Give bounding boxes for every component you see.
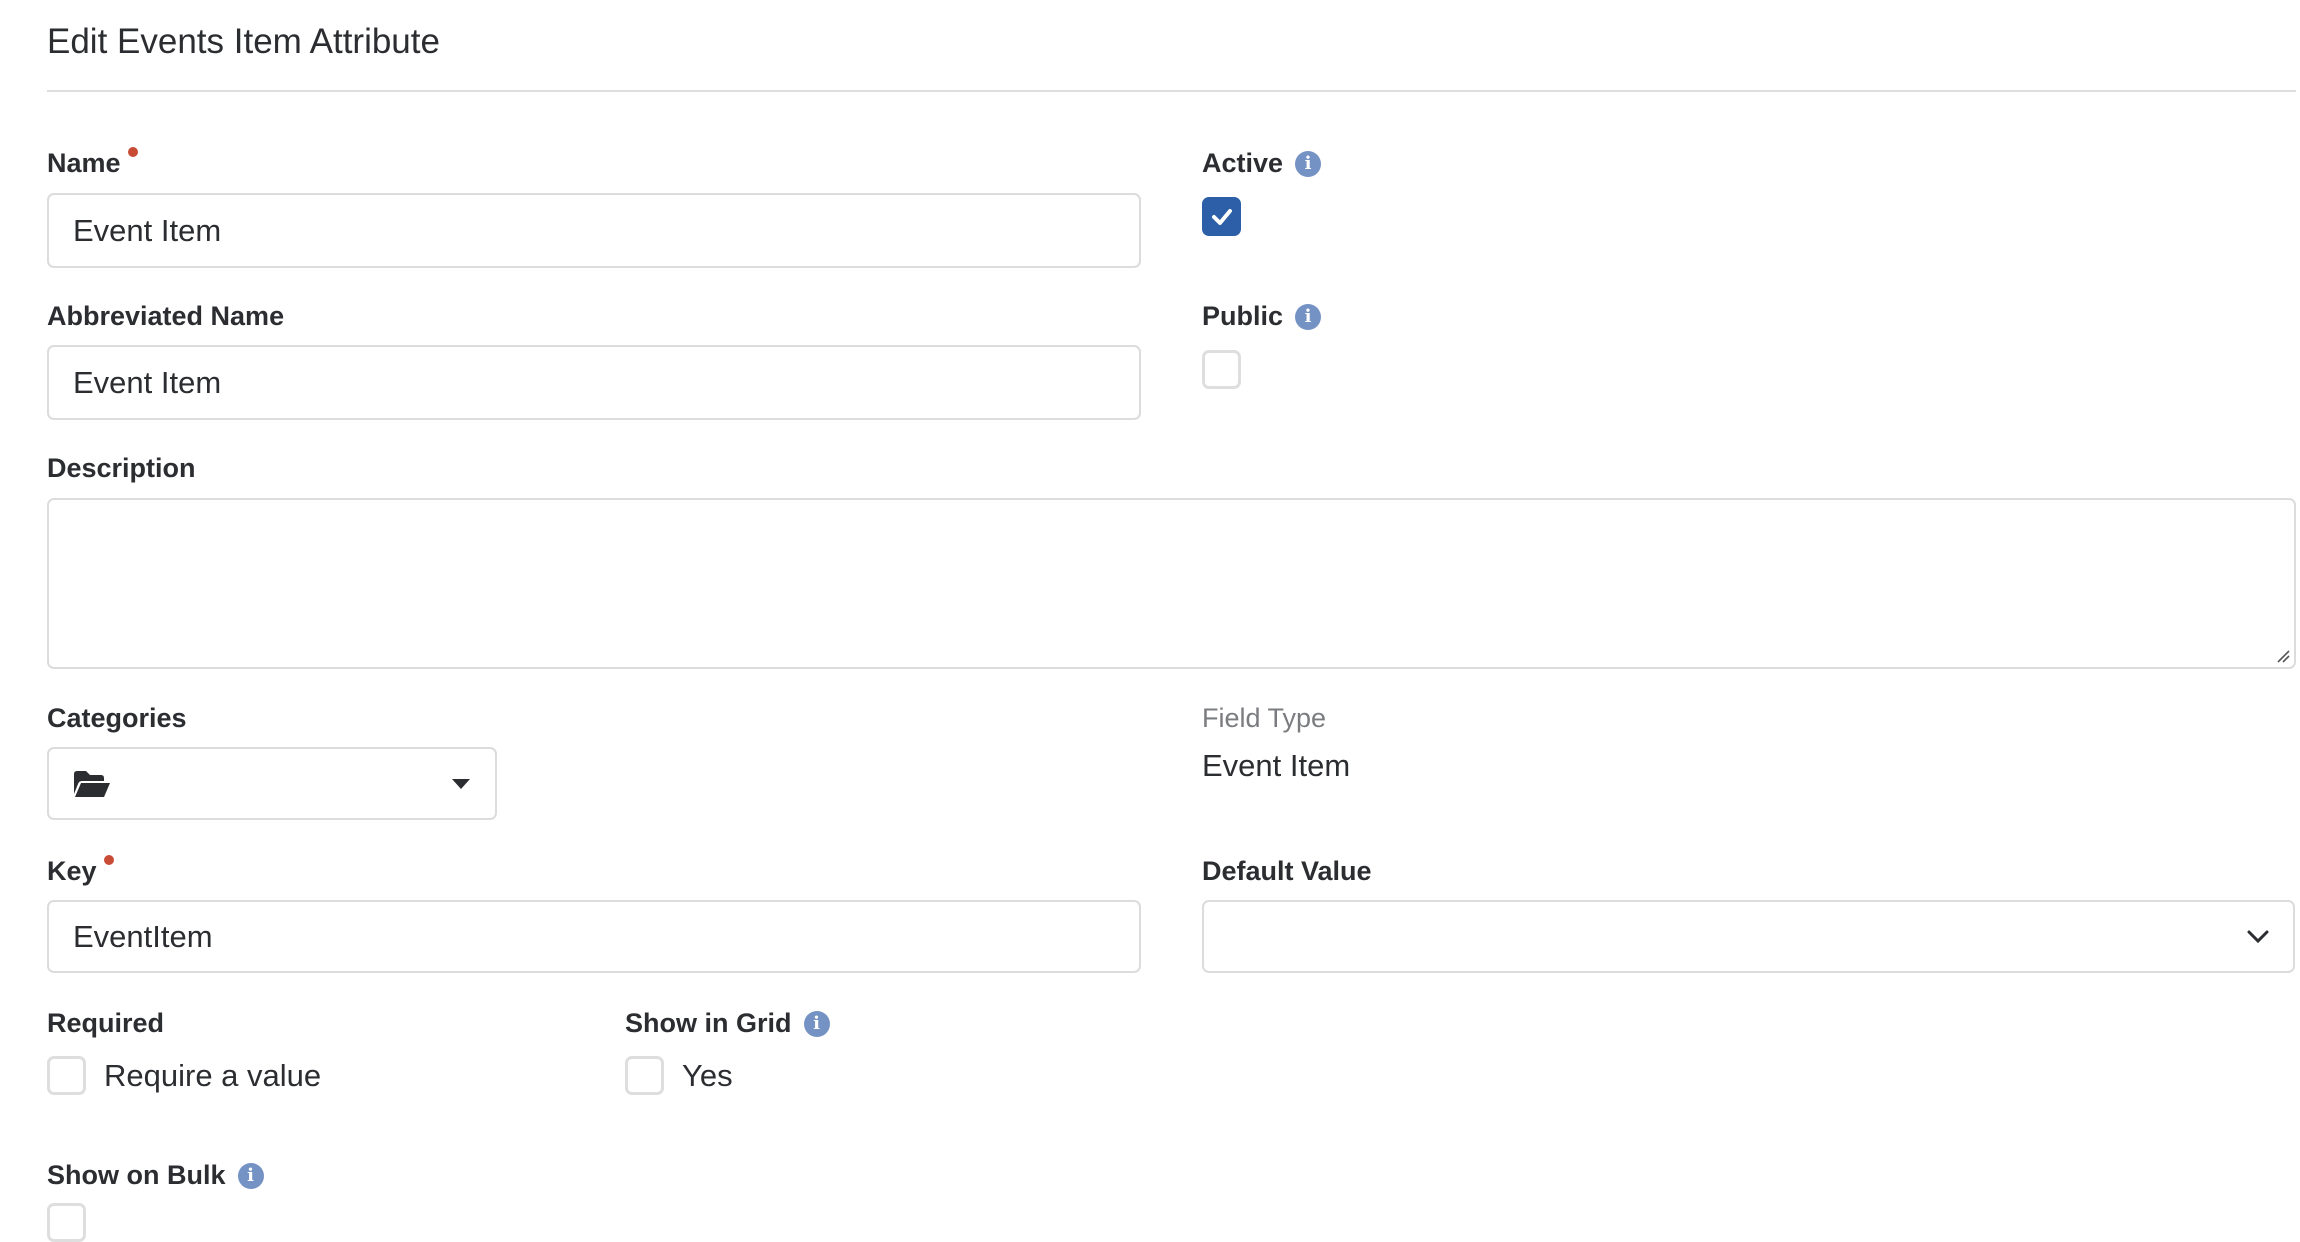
- title-divider: [47, 90, 2296, 92]
- show-in-grid-option[interactable]: Yes: [625, 1056, 733, 1095]
- key-input[interactable]: [47, 900, 1141, 973]
- categories-label: Categories: [47, 703, 187, 734]
- required-label: Required: [47, 1008, 164, 1039]
- abbreviated-name-label: Abbreviated Name: [47, 301, 284, 332]
- field-type-value: Event Item: [1202, 748, 1351, 783]
- description-label-text: Description: [47, 453, 196, 483]
- show-on-bulk-label: Show on Bulk i: [47, 1160, 264, 1191]
- active-checkbox[interactable]: [1202, 197, 1241, 236]
- categories-picker[interactable]: [47, 747, 497, 820]
- active-label-text: Active: [1202, 148, 1284, 178]
- categories-label-text: Categories: [47, 703, 187, 733]
- description-textarea[interactable]: [47, 498, 2296, 669]
- field-type-label-text: Field Type: [1202, 703, 1327, 733]
- key-label: Key: [47, 854, 114, 887]
- public-checkbox[interactable]: [1202, 350, 1241, 389]
- require-value-option[interactable]: Require a value: [47, 1056, 321, 1095]
- name-input[interactable]: [47, 193, 1141, 268]
- folder-open-icon: [74, 770, 110, 797]
- show-in-grid-label: Show in Grid i: [625, 1008, 830, 1039]
- default-value-select[interactable]: [1202, 900, 2295, 973]
- name-label-text: Name: [47, 148, 121, 178]
- show-in-grid-checkbox[interactable]: [625, 1056, 664, 1095]
- info-circle-icon[interactable]: i: [237, 1162, 264, 1189]
- public-label-text: Public: [1202, 301, 1284, 331]
- field-type-label: Field Type: [1202, 703, 1326, 734]
- checkmark-icon: [1211, 208, 1232, 225]
- resize-handle-icon[interactable]: [2276, 649, 2290, 663]
- chevron-down-icon: [2247, 930, 2269, 943]
- public-label: Public i: [1202, 301, 1322, 332]
- info-circle-icon[interactable]: i: [803, 1010, 830, 1037]
- show-on-bulk-checkbox[interactable]: [47, 1203, 86, 1242]
- abbreviated-name-input[interactable]: [47, 345, 1141, 420]
- page-title: Edit Events Item Attribute: [47, 22, 440, 61]
- required-indicator-icon: [103, 854, 114, 865]
- required-label-text: Required: [47, 1008, 165, 1038]
- default-value-label-text: Default Value: [1202, 856, 1372, 886]
- show-in-grid-text[interactable]: Yes: [682, 1058, 733, 1094]
- show-in-grid-label-text: Show in Grid: [625, 1008, 792, 1038]
- key-label-text: Key: [47, 856, 97, 886]
- description-label: Description: [47, 453, 196, 484]
- default-value-label: Default Value: [1202, 856, 1372, 887]
- required-indicator-icon: [127, 146, 138, 157]
- info-circle-icon[interactable]: i: [1295, 150, 1322, 177]
- abbreviated-name-label-text: Abbreviated Name: [47, 301, 285, 331]
- caret-down-icon: [452, 778, 470, 789]
- active-label: Active i: [1202, 148, 1322, 179]
- require-value-text[interactable]: Require a value: [104, 1058, 321, 1094]
- show-on-bulk-label-text: Show on Bulk: [47, 1160, 226, 1190]
- name-label: Name: [47, 146, 138, 179]
- require-value-checkbox[interactable]: [47, 1056, 86, 1095]
- info-circle-icon[interactable]: i: [1295, 303, 1322, 330]
